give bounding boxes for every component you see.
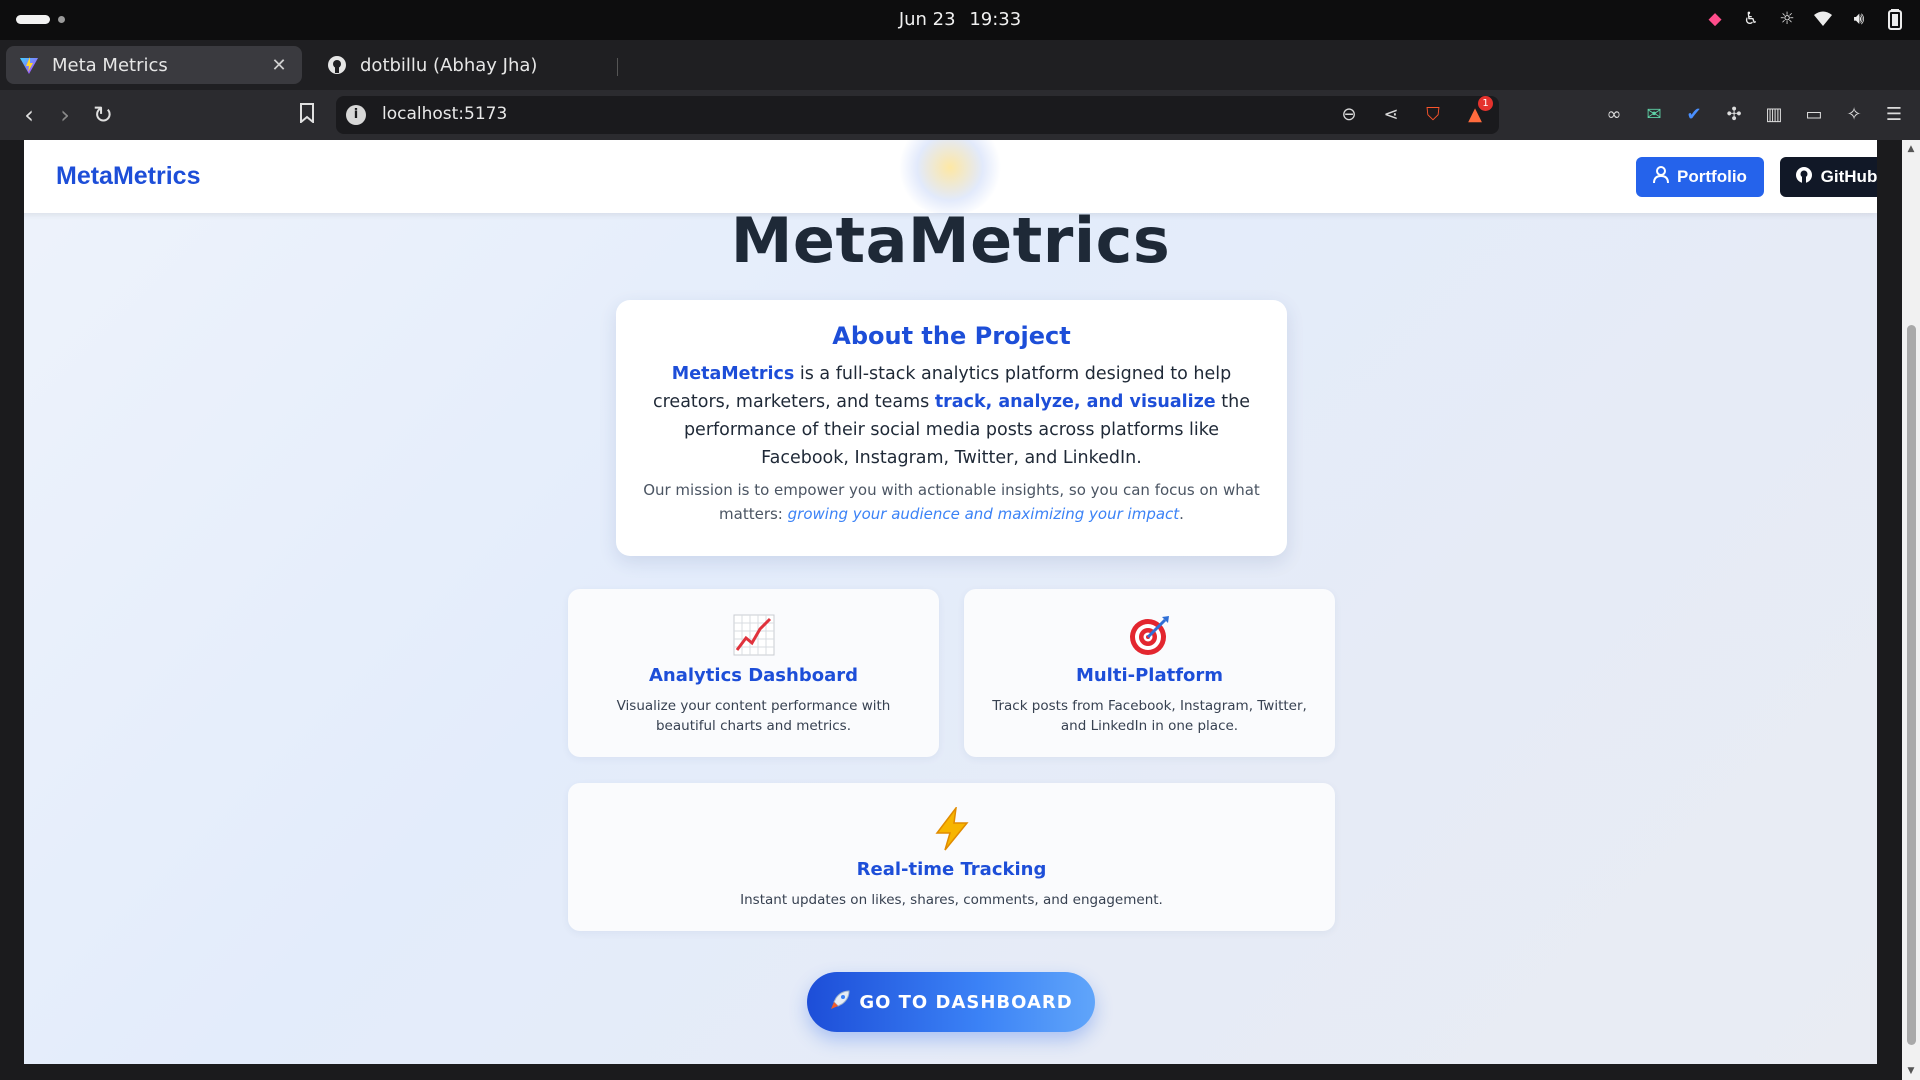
page-scrollbar[interactable]: ▲ ▼ [1902, 140, 1920, 1080]
portfolio-button[interactable]: Portfolio [1636, 157, 1764, 197]
vite-icon [18, 54, 40, 76]
github-icon [326, 54, 348, 76]
feature-description: Track posts from Facebook, Instagram, Tw… [992, 698, 1307, 734]
site-info-icon[interactable]: i [346, 105, 366, 125]
rocket-icon [829, 989, 851, 1016]
github-icon [1795, 166, 1813, 189]
wallet-icon[interactable]: ▭ [1802, 103, 1826, 127]
feature-card-analytics: Analytics Dashboard Visualize your conte… [568, 589, 939, 757]
close-icon[interactable]: ✕ [268, 55, 290, 76]
volume-icon[interactable]: 🔊︎ [1848, 8, 1870, 30]
user-icon [1653, 165, 1670, 189]
feature-description: Instant updates on likes, shares, commen… [740, 892, 1163, 908]
tab-strip: Meta Metrics ✕ dotbillu (Abhay Jha) + ⌄ … [0, 40, 1920, 120]
tab-title: dotbillu (Abhay Jha) [360, 54, 538, 76]
brand-logo[interactable]: MetaMetrics [56, 162, 201, 191]
tab-github[interactable]: dotbillu (Abhay Jha) [314, 46, 614, 84]
about-brand-highlight: MetaMetrics [671, 364, 795, 384]
extensions-puzzle-icon[interactable]: ✣ [1722, 103, 1746, 127]
back-icon[interactable]: ‹ [14, 100, 44, 130]
lightning-icon [568, 807, 1335, 851]
extension-mail-icon[interactable]: ✉ [1642, 103, 1666, 127]
github-label: GitHub [1820, 167, 1877, 186]
forward-icon[interactable]: › [50, 100, 80, 130]
cta-label: GO TO DASHBOARD [859, 991, 1073, 1013]
url-tools: ⊖ ⋖ ⛉ ▲ 1 [1337, 96, 1493, 127]
browser-toolbar: ‹ › ↻ i localhost:5173 ⊖ ⋖ ⛉ ▲ 1 ∞ ✉ ✔ ✣ … [0, 90, 1920, 140]
mission-end: . [1179, 505, 1184, 523]
system-tray: ◆ ♿ ☼ 🔊︎ [1704, 8, 1906, 30]
extension-check-icon[interactable]: ✔ [1682, 103, 1706, 127]
chart-increasing-icon [568, 613, 939, 657]
logo-glow [895, 140, 1005, 215]
tab-separator [617, 58, 618, 76]
address-bar[interactable]: i localhost:5173 ⊖ ⋖ ⛉ ▲ 1 [336, 96, 1499, 134]
zoom-icon[interactable]: ⊖ [1337, 103, 1361, 127]
sidebar-icon[interactable]: ▥ [1762, 103, 1786, 127]
menu-icon[interactable]: ☰ [1882, 103, 1906, 127]
wifi-icon[interactable] [1812, 8, 1834, 30]
extension-glasses-icon[interactable]: ∞ [1602, 103, 1626, 127]
feature-title: Real-time Tracking [856, 859, 1047, 880]
about-card: About the Project MetaMetrics is a full-… [616, 300, 1287, 556]
portfolio-label: Portfolio [1677, 167, 1747, 186]
site-navbar: MetaMetrics Portfolio GitHub [24, 140, 1877, 215]
scrollbar-thumb[interactable] [1907, 325, 1916, 1045]
github-button[interactable]: GitHub [1780, 157, 1877, 197]
go-to-dashboard-button[interactable]: GO TO DASHBOARD [807, 972, 1095, 1032]
feature-title: Multi-Platform [1075, 665, 1224, 686]
leo-ai-icon[interactable]: ✧ [1842, 103, 1866, 127]
app-indicator-icon[interactable]: ◆ [1704, 8, 1726, 30]
about-title: About the Project [832, 322, 1071, 350]
brightness-icon[interactable]: ☼ [1776, 8, 1798, 30]
url-text[interactable]: localhost:5173 [382, 104, 507, 124]
feature-card-realtime: Real-time Tracking Instant updates on li… [568, 783, 1335, 931]
share-icon[interactable]: ⋖ [1379, 103, 1403, 127]
extensions-row: ∞ ✉ ✔ ✣ ▥ ▭ ✧ ☰ [1602, 103, 1906, 127]
landing-page: MetaMetrics Portfolio GitHub MetaMetrics… [24, 140, 1877, 1064]
reload-icon[interactable]: ↻ [88, 100, 118, 130]
feature-description: Visualize your content performance with … [616, 698, 891, 734]
rewards-badge: 1 [1478, 96, 1493, 111]
mission-highlight: growing your audience and maximizing you… [787, 505, 1180, 523]
clock-date: Jun 23 [898, 9, 956, 30]
about-highlight: track, analyze, and visualize [934, 392, 1216, 412]
brave-shield-icon[interactable]: ⛉ [1421, 103, 1445, 127]
bookmark-icon[interactable] [292, 100, 322, 130]
about-description: MetaMetrics is a full-stack analytics pl… [638, 360, 1265, 472]
scroll-up-icon[interactable]: ▲ [1905, 144, 1917, 154]
clock-time: 19:33 [969, 9, 1022, 30]
feature-title: Analytics Dashboard [649, 665, 858, 686]
scroll-down-icon[interactable]: ▼ [1905, 1066, 1917, 1076]
brave-rewards-icon[interactable]: ▲ 1 [1463, 96, 1493, 127]
tab-meta-metrics[interactable]: Meta Metrics ✕ [6, 46, 302, 84]
feature-card-multiplatform: Multi-Platform Track posts from Facebook… [964, 589, 1335, 757]
target-icon [964, 613, 1335, 657]
accessibility-icon[interactable]: ♿ [1740, 8, 1762, 30]
about-mission: Our mission is to empower you with actio… [638, 478, 1265, 526]
os-top-bar: Jun 23 19:33 ◆ ♿ ☼ 🔊︎ [0, 0, 1920, 40]
clock[interactable]: Jun 23 19:33 [0, 9, 1920, 30]
browser-viewport: MetaMetrics Portfolio GitHub MetaMetrics… [0, 140, 1920, 1080]
battery-icon[interactable] [1884, 8, 1906, 30]
tab-title: Meta Metrics [52, 54, 168, 76]
